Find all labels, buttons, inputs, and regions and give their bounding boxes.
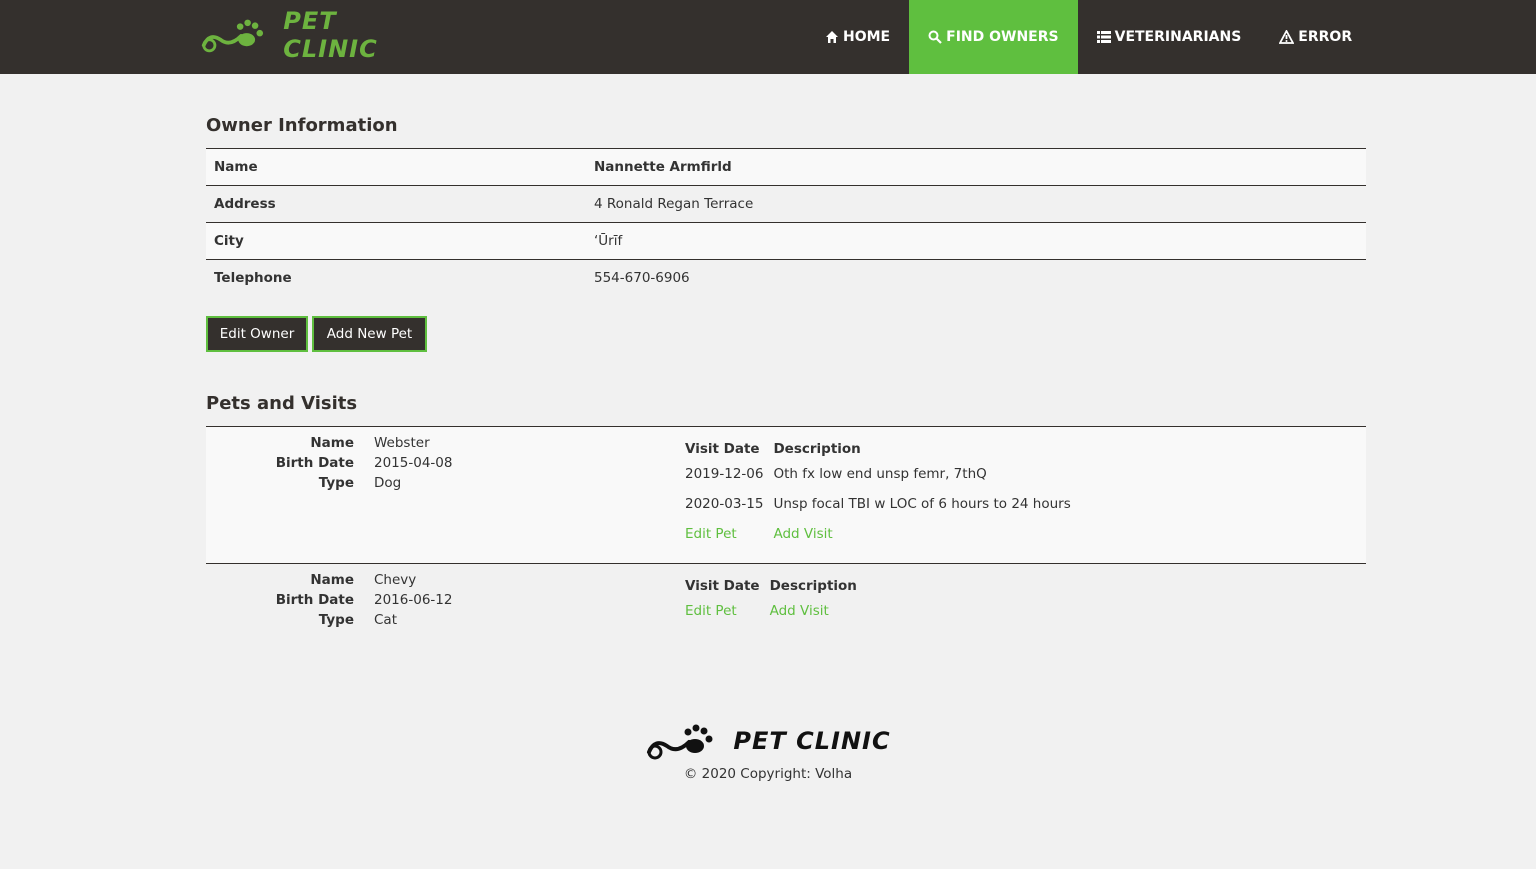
brand-logo[interactable]: PET CLINIC — [200, 7, 430, 63]
owner-row-telephone: Telephone 554-670-6906 — [206, 259, 1366, 297]
warning-icon — [1279, 30, 1295, 44]
owner-city-value: ‘Ūrīf — [594, 233, 623, 249]
pet-name-value: Chevy — [374, 572, 417, 588]
nav-error[interactable]: ERROR — [1260, 0, 1371, 74]
description-header: Description — [769, 578, 857, 594]
visit-description: Unsp focal TBI w LOC of 6 hours to 24 ho… — [773, 496, 1071, 512]
add-visit-link[interactable]: Add Visit — [773, 526, 832, 542]
home-icon — [826, 31, 838, 43]
navbar: PET CLINIC HOME FIND OWNERS VETERINARIAN… — [0, 0, 1536, 74]
pet-type-value: Dog — [374, 475, 402, 491]
pet-row: Name Chevy Birth Date 2016-06-12 Type Cat V… — [206, 563, 1366, 643]
brand-name: PET CLINIC — [283, 7, 378, 63]
owner-info-table: Name Nannette Armfirld Address 4 Ronald … — [206, 148, 1366, 297]
pet-birth-date-value: 2015-04-08 — [374, 455, 453, 471]
owner-row-city: City ‘Ūrīf — [206, 222, 1366, 260]
pet-actions-row: Edit Pet Add Visit — [685, 519, 1081, 549]
visit-date: 2020-03-15 — [685, 496, 764, 512]
footer-brand-name: PET CLINIC — [733, 727, 891, 755]
nav-find-owners-label: FIND OWNERS — [946, 29, 1059, 45]
owner-telephone-value: 554-670-6906 — [594, 270, 690, 287]
owner-address-label: Address — [214, 196, 276, 212]
pet-type-value: Cat — [374, 612, 397, 628]
owner-info-heading: Owner Information — [206, 115, 398, 136]
nav-home-label: HOME — [843, 29, 891, 45]
visit-date-header: Visit Date — [685, 578, 760, 594]
paw-logo-icon — [647, 724, 713, 760]
add-new-pet-button[interactable]: Add New Pet — [312, 316, 427, 352]
nav-find-owners[interactable]: FIND OWNERS — [909, 0, 1078, 74]
visits-table: Visit Date Description 2019-12-06 Oth fx… — [685, 439, 1081, 549]
nav-veterinarians-label: VETERINARIANS — [1114, 29, 1242, 45]
nav-veterinarians[interactable]: VETERINARIANS — [1078, 0, 1261, 74]
add-visit-link[interactable]: Add Visit — [770, 603, 829, 619]
owner-address-value: 4 Ronald Regan Terrace — [594, 196, 754, 212]
search-icon — [928, 30, 942, 44]
nav-home[interactable]: HOME — [806, 0, 909, 74]
visit-row: 2020-03-15 Unsp focal TBI w LOC of 6 hou… — [685, 489, 1081, 519]
pet-details: Name Webster Birth Date 2015-04-08 Type Dog — [206, 435, 666, 495]
edit-pet-link[interactable]: Edit Pet — [685, 526, 737, 542]
copyright-text: © 2020 Copyright: Volha — [683, 766, 853, 782]
owner-row-name: Name Nannette Armfirld — [206, 148, 1366, 186]
pet-actions-row: Edit Pet Add Visit — [685, 596, 867, 626]
visit-date-header: Visit Date — [685, 441, 760, 457]
nav-error-label: ERROR — [1298, 29, 1353, 45]
owner-telephone-label: Telephone — [214, 270, 292, 287]
edit-pet-link[interactable]: Edit Pet — [685, 603, 737, 619]
pet-name-label: Name — [310, 572, 354, 588]
pet-birth-date-label: Birth Date — [275, 455, 354, 471]
description-header: Description — [773, 441, 861, 457]
pet-birth-date-value: 2016-06-12 — [374, 592, 453, 608]
pet-details: Name Chevy Birth Date 2016-06-12 Type Cat — [206, 572, 666, 632]
visits-table: Visit Date Description Edit Pet Add Visi… — [685, 576, 867, 626]
pet-name-value: Webster — [374, 435, 430, 451]
paw-logo-icon — [201, 19, 264, 53]
visit-description: Oth fx low end unsp femr, 7thQ — [773, 466, 987, 482]
owner-row-address: Address 4 Ronald Regan Terrace — [206, 185, 1366, 223]
pet-type-label: Type — [318, 612, 354, 628]
pet-birth-date-label: Birth Date — [275, 592, 354, 608]
main-nav: HOME FIND OWNERS VETERINARIANS ERROR — [806, 0, 1371, 74]
pet-name-label: Name — [310, 435, 354, 451]
owner-name-value: Nannette Armfirld — [594, 159, 732, 175]
owner-city-label: City — [214, 233, 244, 249]
visit-row: 2019-12-06 Oth fx low end unsp femr, 7th… — [685, 459, 1081, 489]
edit-owner-button[interactable]: Edit Owner — [206, 316, 308, 352]
pets-visits-heading: Pets and Visits — [206, 393, 358, 414]
footer-logo: PET CLINIC — [645, 720, 890, 762]
pet-type-label: Type — [318, 475, 354, 491]
list-icon — [1096, 31, 1111, 43]
pet-row: Name Webster Birth Date 2015-04-08 Type Dog… — [206, 426, 1366, 564]
footer: PET CLINIC © 2020 Copyright: Volha — [0, 720, 1536, 782]
owner-name-label: Name — [214, 159, 258, 175]
visit-date: 2019-12-06 — [685, 466, 764, 482]
